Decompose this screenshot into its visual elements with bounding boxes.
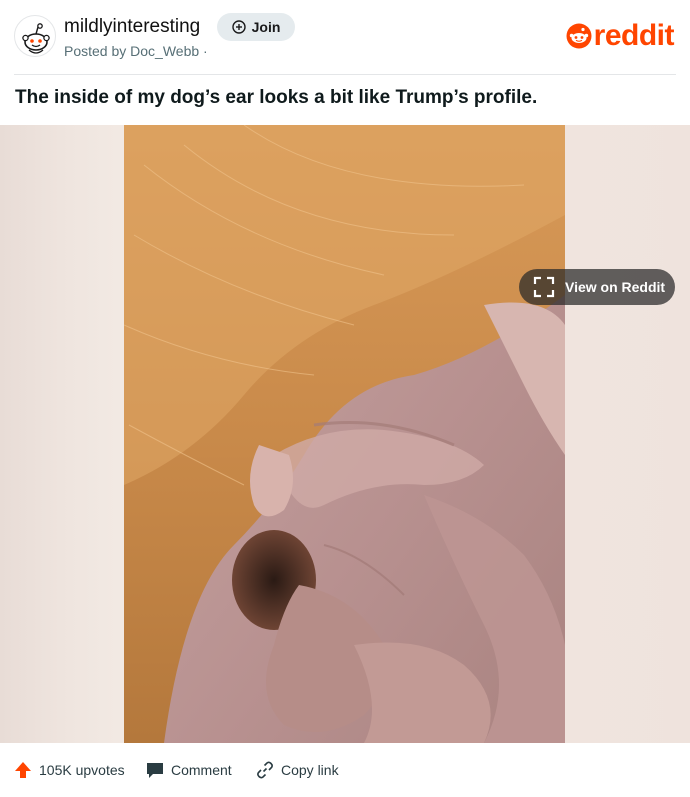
reddit-logo[interactable]: reddit <box>566 19 675 52</box>
post-image[interactable] <box>124 125 565 743</box>
post-media[interactable]: View on Reddit <box>0 125 690 743</box>
snoo-avatar-icon[interactable] <box>14 15 56 57</box>
reddit-wordmark: reddit <box>593 19 675 52</box>
comment-button[interactable]: Comment <box>146 761 232 779</box>
copy-link-label: Copy link <box>281 762 339 778</box>
plus-circle-icon <box>231 20 246 34</box>
expand-icon <box>533 276 555 298</box>
post-header: mildlyinteresting Posted by Doc_Webb · J… <box>0 0 690 75</box>
join-button[interactable]: Join <box>217 13 295 41</box>
link-icon <box>257 761 273 779</box>
posted-by: Posted by Doc_Webb · <box>64 43 208 59</box>
copy-link-button[interactable]: Copy link <box>256 761 339 779</box>
join-label: Join <box>251 19 281 35</box>
upvote-button[interactable]: 105K upvotes <box>14 761 125 779</box>
post-footer: 105K upvotes Comment Copy link <box>0 743 690 797</box>
reddit-snoo-icon <box>566 23 592 49</box>
comment-label: Comment <box>171 762 232 778</box>
comment-bubble-icon <box>147 763 163 778</box>
view-on-reddit-button[interactable]: View on Reddit <box>519 269 675 305</box>
view-on-reddit-label: View on Reddit <box>565 279 666 295</box>
post-title[interactable]: The inside of my dog’s ear looks a bit l… <box>15 85 675 111</box>
upvote-arrow-icon <box>15 762 31 778</box>
upvote-count: 105K upvotes <box>39 762 125 778</box>
subreddit-name[interactable]: mildlyinteresting <box>64 15 200 39</box>
header-divider <box>14 74 676 75</box>
